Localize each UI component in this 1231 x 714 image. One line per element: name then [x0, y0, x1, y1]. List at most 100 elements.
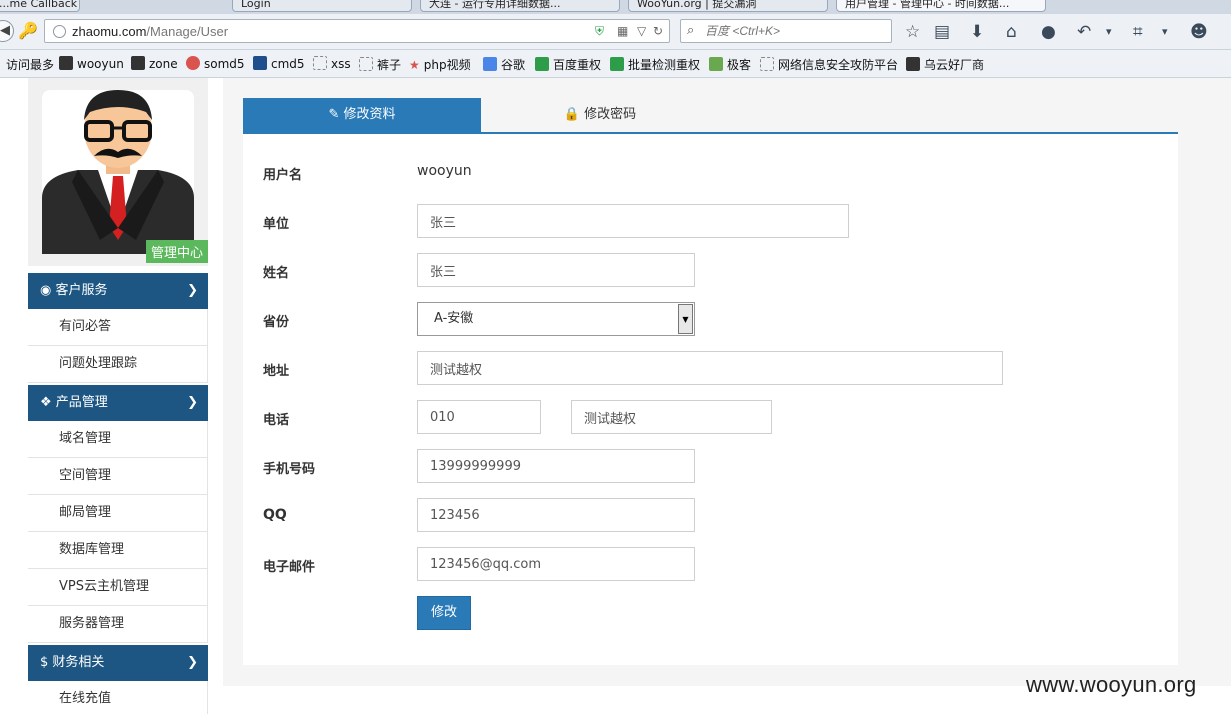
bookmark-item[interactable]: wooyun: [59, 56, 124, 71]
bookmark-item[interactable]: 乌云好厂商: [906, 56, 984, 73]
chevron-down-icon[interactable]: ▼: [678, 304, 693, 334]
dropdown-icon[interactable]: ▽: [637, 24, 646, 38]
url-path: /Manage/User: [146, 24, 229, 39]
bookmark-item[interactable]: 极客: [709, 56, 751, 73]
bookmark-icon: [483, 57, 497, 71]
bookmark-label: 百度重权: [553, 58, 602, 72]
bookmark-label: cmd5: [271, 57, 305, 71]
bookmark-item[interactable]: zone: [131, 56, 178, 71]
reload-icon[interactable]: ↻: [653, 24, 663, 38]
menu-section-finance[interactable]: $ 财务相关 ❯: [28, 645, 208, 681]
bookmark-label: 批量检测重权: [628, 58, 701, 72]
sidebar-item-recharge[interactable]: 在线充值: [28, 681, 208, 714]
company-input[interactable]: [417, 204, 849, 238]
submit-button[interactable]: 修改: [417, 596, 471, 630]
crop-icon[interactable]: ⌗: [1133, 22, 1143, 42]
bookmark-item[interactable]: 网络信息安全攻防平台: [760, 56, 898, 73]
address-label: 地址: [263, 364, 290, 379]
browser-tab[interactable]: 大连 - 运行专用详细数据...: [420, 0, 620, 12]
bookmark-label: zone: [149, 57, 178, 71]
chevron-down-icon[interactable]: ▾: [1162, 22, 1168, 42]
bookmark-item[interactable]: 访问最多: [6, 56, 54, 73]
sidebar-item-database[interactable]: 数据库管理: [28, 532, 208, 569]
bookmark-icon: [906, 57, 920, 71]
search-box[interactable]: ⌕: [680, 19, 892, 43]
cubes-icon: ❖: [40, 395, 52, 410]
chevron-down-icon[interactable]: ▾: [1106, 22, 1112, 42]
email-label: 电子邮件: [263, 560, 316, 575]
browser-tab[interactable]: Login: [232, 0, 412, 12]
bookmark-item[interactable]: 批量检测重权: [610, 56, 700, 73]
sidebar-item-issue-tracking[interactable]: 问题处理跟踪: [28, 346, 208, 383]
shield-icon[interactable]: ⛨: [595, 24, 604, 39]
star-icon[interactable]: ☆: [905, 22, 920, 42]
chevron-down-icon[interactable]: ❯: [187, 273, 198, 309]
undo-icon[interactable]: ↶: [1077, 22, 1091, 42]
email-input[interactable]: [417, 547, 695, 581]
address-bar[interactable]: zhaomu.com/Manage/User ⛨ ▦ ▽ ↻: [44, 19, 670, 43]
qq-label: QQ: [263, 507, 287, 523]
menu-section-title: 客户服务: [55, 283, 108, 298]
admin-center-badge[interactable]: 管理中心: [145, 240, 208, 263]
bookmark-item[interactable]: xss: [313, 56, 351, 71]
sidebar-item-servers[interactable]: 服务器管理: [28, 606, 208, 643]
browser-tab-active[interactable]: 用户管理 - 管理中心 - 时间数据...: [836, 0, 1046, 12]
qq-input[interactable]: [417, 498, 695, 532]
edit-icon: ✎: [328, 107, 340, 122]
browser-tab[interactable]: WooYun.org | 提交漏洞: [628, 0, 828, 12]
sidebar: 管理中心 ◉ 客户服务 ❯ 有问必答 问题处理跟踪 ❖ 产品管理 ❯ 域名管理 …: [28, 78, 208, 714]
sidebar-item-vps[interactable]: VPS云主机管理: [28, 569, 208, 606]
bookmark-icon: [59, 56, 73, 70]
home-icon[interactable]: ⌂: [1006, 22, 1017, 42]
company-label: 单位: [263, 217, 290, 232]
sidebar-item-hosting[interactable]: 空间管理: [28, 458, 208, 495]
bookmark-item[interactable]: cmd5: [253, 56, 305, 71]
download-icon[interactable]: ⬇: [970, 22, 984, 42]
panel-tabs: ✎ 修改资料 🔒 修改密码: [243, 98, 1178, 134]
sidebar-item-domains[interactable]: 域名管理: [28, 421, 208, 458]
bookmark-icon: [313, 56, 327, 70]
bookmark-icon: [186, 56, 200, 70]
bookmark-label: wooyun: [77, 57, 124, 71]
browser-navbar: ◀ 🔑 zhaomu.com/Manage/User ⛨ ▦ ▽ ↻ ⌕ ☆ ▤…: [0, 14, 1231, 50]
browser-tab[interactable]: ...me Callback: [0, 0, 80, 12]
key-icon[interactable]: 🔑: [18, 21, 38, 40]
bookmark-icon: [535, 57, 549, 71]
chevron-down-icon[interactable]: ❯: [187, 645, 198, 681]
sidebar-item-mail[interactable]: 邮局管理: [28, 495, 208, 532]
qrcode-icon[interactable]: ▦: [617, 24, 628, 38]
tab-change-password[interactable]: 🔒 修改密码: [481, 98, 719, 132]
bookmark-icon: [709, 57, 723, 71]
phone-area-input[interactable]: [417, 400, 541, 434]
search-input[interactable]: [705, 22, 885, 40]
address-input[interactable]: [417, 351, 1003, 385]
phone-number-input[interactable]: [571, 400, 772, 434]
username-value: wooyun: [417, 163, 472, 179]
menu-section-title: 财务相关: [52, 655, 105, 670]
bookmark-item[interactable]: 百度重权: [535, 56, 601, 73]
bookmark-item[interactable]: 裤子: [359, 56, 401, 73]
bookmark-label: 谷歌: [501, 58, 526, 72]
url-text: zhaomu.com/Manage/User: [72, 24, 228, 39]
page: 管理中心 ◉ 客户服务 ❯ 有问必答 问题处理跟踪 ❖ 产品管理 ❯ 域名管理 …: [0, 78, 1231, 714]
dollar-icon: $: [40, 655, 49, 670]
bookmark-item[interactable]: somd5: [186, 56, 245, 71]
province-select[interactable]: A-安徽 ▼: [417, 302, 695, 336]
sidebar-item-faq[interactable]: 有问必答: [28, 309, 208, 346]
menu-section-products[interactable]: ❖ 产品管理 ❯: [28, 385, 208, 421]
bookmark-item[interactable]: 谷歌: [483, 56, 525, 73]
bookmark-label: php视频: [423, 58, 471, 72]
chevron-down-icon[interactable]: ❯: [187, 385, 198, 421]
name-input[interactable]: [417, 253, 695, 287]
menu-section-customer-service[interactable]: ◉ 客户服务 ❯: [28, 273, 208, 309]
mobile-input[interactable]: [417, 449, 695, 483]
lock-icon: 🔒: [563, 107, 581, 122]
back-button[interactable]: ◀: [0, 20, 14, 42]
face-icon[interactable]: ☻: [1190, 22, 1208, 42]
reading-list-icon[interactable]: ▤: [934, 22, 950, 42]
bookmark-label: somd5: [204, 57, 245, 71]
bookmark-label: xss: [331, 57, 351, 71]
bookmark-item[interactable]: ★ php视频: [409, 56, 471, 73]
chat-icon[interactable]: ●: [1041, 22, 1056, 42]
tab-edit-profile[interactable]: ✎ 修改资料: [243, 98, 481, 132]
